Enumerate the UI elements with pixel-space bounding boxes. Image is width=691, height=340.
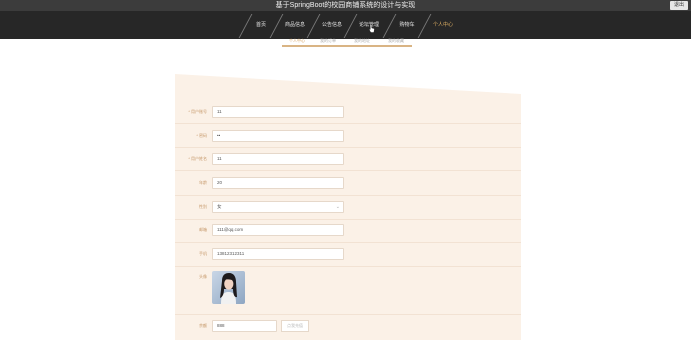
exit-button[interactable]: 退出: [669, 1, 688, 10]
gender-select[interactable]: 女 ⌄: [212, 201, 344, 213]
nav-item-personal-center[interactable]: 个人中心: [429, 11, 457, 39]
password-label: * 密码: [196, 133, 207, 138]
row-divider: [175, 266, 521, 267]
recharge-button[interactable]: 点我充值: [281, 320, 309, 332]
site-title: 基于SpringBoot的校园商铺系统的设计与实现: [275, 2, 416, 9]
nav-item-cart[interactable]: 购物车: [395, 11, 419, 39]
subtab-my-orders[interactable]: 我的订单: [320, 39, 336, 43]
row-divider: [175, 123, 521, 124]
subtab-underline: [282, 45, 412, 47]
phone-label: 手机: [199, 251, 207, 256]
row-divider: [175, 314, 521, 315]
email-label: 邮箱: [199, 227, 207, 232]
username-label: * 用户账号: [188, 109, 207, 114]
gender-selected-value: 女: [217, 204, 222, 209]
password-input[interactable]: ••: [212, 130, 344, 142]
row-divider: [175, 195, 521, 196]
phone-input[interactable]: 13812312311: [212, 248, 344, 260]
email-input[interactable]: 111@qq.com: [212, 224, 344, 236]
age-input[interactable]: 20: [212, 177, 344, 189]
row-divider: [175, 170, 521, 171]
top-bar: 基于SpringBoot的校园商铺系统的设计与实现 退出: [0, 0, 691, 11]
main-nav: 首页 商品信息 公告信息 论坛管理 购物车 个人中心: [0, 11, 691, 39]
chevron-down-icon: ⌄: [335, 204, 340, 210]
avatar-upload[interactable]: [212, 271, 245, 304]
fullname-label: * 用户姓名: [188, 156, 207, 161]
nav-item-products[interactable]: 商品信息: [282, 11, 308, 39]
row-divider: [175, 147, 521, 148]
subtab-my-favorites[interactable]: 我的收藏: [388, 39, 404, 43]
age-label: 年龄: [199, 180, 207, 185]
balance-input[interactable]: 888: [212, 320, 277, 332]
nav-item-notices[interactable]: 公告信息: [319, 11, 345, 39]
avatar-label: 头像: [199, 274, 207, 279]
profile-form: * 用户账号 11 * 密码 •• * 用户姓名 11 年龄 20 性别 女 ⌄: [175, 74, 521, 340]
avatar-photo: [212, 271, 245, 304]
row-divider: [175, 242, 521, 243]
hand-cursor-icon: [369, 24, 375, 33]
row-divider: [175, 219, 521, 220]
fullname-input[interactable]: 11: [212, 153, 344, 165]
page: 基于SpringBoot的校园商铺系统的设计与实现 退出 首页 商品信息 公告信…: [0, 0, 691, 340]
balance-label: 余额: [199, 323, 207, 328]
username-input[interactable]: 11: [212, 106, 344, 118]
subtab-personal-center[interactable]: 个人中心: [289, 39, 305, 43]
subtab-my-addresses[interactable]: 我的地址: [354, 39, 370, 43]
nav-item-home[interactable]: 首页: [250, 11, 272, 39]
gender-label: 性别: [199, 204, 207, 209]
